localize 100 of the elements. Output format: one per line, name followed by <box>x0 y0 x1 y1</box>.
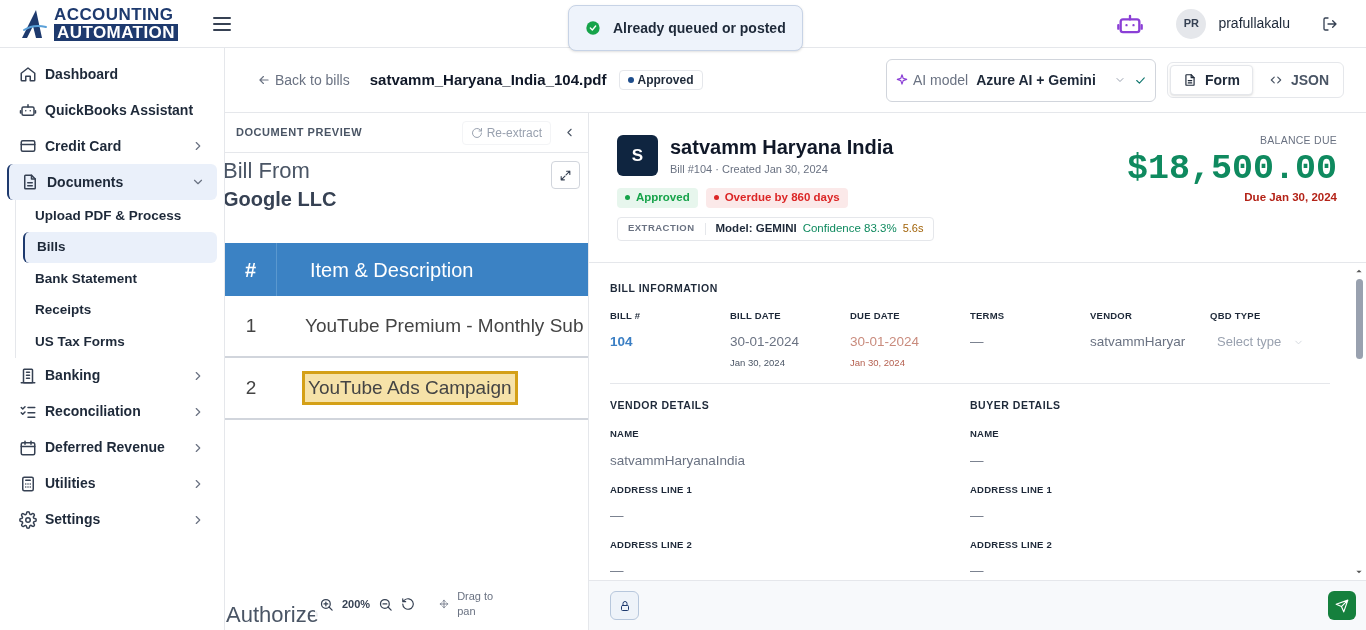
sidebar-item[interactable]: Credit Card <box>7 128 217 164</box>
field-label: NAME <box>970 427 1000 442</box>
status-badge: Approved <box>618 70 703 90</box>
table-header: # <box>225 243 277 296</box>
field-label: ADDRESS LINE 1 <box>610 482 693 497</box>
sidebar-item[interactable]: Dashboard <box>7 56 217 92</box>
check-circle-icon <box>585 20 601 36</box>
arrow-left-icon <box>257 73 271 87</box>
sidebar-item[interactable]: Deferred Revenue <box>7 429 217 466</box>
model-name: Model: GEMINI <box>715 220 797 236</box>
field-value: satvammHaryanaIndia <box>610 451 747 469</box>
zoom-out-icon[interactable] <box>378 596 394 612</box>
logo-text: AUTOMATION <box>54 24 178 41</box>
user-avatar: PR <box>1176 8 1207 39</box>
field-value: 30-01-2024 <box>850 333 921 351</box>
username: prafullakalu <box>1218 14 1290 33</box>
settings-icon <box>19 510 37 529</box>
reset-icon[interactable] <box>401 597 416 611</box>
duration-text: 5.6s <box>902 221 924 237</box>
scroll-down-icon <box>1354 568 1364 576</box>
field-label: BILL DATE <box>730 308 782 323</box>
balance-amount: $18,500.00 <box>1126 148 1337 189</box>
zoom-level: 200% <box>342 596 371 612</box>
field-subtext: Jan 30, 2024 <box>730 356 786 371</box>
pan-hint: Drag to pan <box>457 589 495 619</box>
sidebar-subitem[interactable]: Upload PDF & Process <box>23 200 217 232</box>
field-label: ADDRESS LINE 2 <box>970 537 1053 552</box>
sidebar-subitem[interactable]: Bills <box>23 231 217 264</box>
sidebar-item[interactable]: QuickBooks Assistant <box>7 92 217 128</box>
robot-icon <box>19 101 37 119</box>
document-icon <box>1182 73 1197 87</box>
status-badge: Approved <box>617 187 698 208</box>
sidebar-subitem[interactable]: US Tax Forms <box>23 326 217 358</box>
ai-model-dropdown[interactable]: AI model Azure AI + Gemini <box>885 58 1156 102</box>
vendor-name: satvamm Haryana India <box>670 135 895 159</box>
code-icon <box>1268 73 1283 87</box>
table-cell: YouTube Ads Campaign <box>305 373 515 403</box>
vendor-avatar: S <box>617 135 658 176</box>
calculator-icon <box>19 474 37 493</box>
back-link[interactable]: Back to bills <box>257 69 350 91</box>
field-label: DUE DATE <box>850 308 901 323</box>
field-label: VENDOR <box>1090 308 1134 323</box>
status-badge: Overdue by 860 days <box>705 187 848 208</box>
expand-icon <box>559 168 572 182</box>
building-icon <box>19 366 37 385</box>
document-footer-text: Authorize <box>226 602 319 628</box>
section-title: VENDOR DETAILS <box>610 397 711 413</box>
field-label: TERMS <box>970 308 1006 323</box>
document-heading: Bill From <box>225 157 310 185</box>
lock-button[interactable] <box>610 591 639 620</box>
sidebar-item[interactable]: Banking <box>7 357 217 394</box>
field-label: ADDRESS LINE 2 <box>610 537 693 552</box>
calendar-icon <box>19 438 37 457</box>
scroll-up-icon <box>1354 267 1364 275</box>
file-name: satvamm_Haryana_India_104.pdf <box>369 69 607 90</box>
sidebar-item[interactable]: Settings <box>7 501 217 538</box>
sidebar-subitem[interactable]: Receipts <box>23 294 217 327</box>
field-label: NAME <box>610 427 640 442</box>
section-title: BUYER DETAILS <box>970 397 1062 413</box>
field-label: QBD TYPE <box>1210 308 1262 323</box>
document-icon <box>21 173 39 191</box>
logo-text: ACCOUNTING <box>54 6 175 23</box>
field-value: — <box>970 451 985 469</box>
field-value: — <box>970 562 985 579</box>
send-button[interactable] <box>1328 591 1356 620</box>
view-tab[interactable]: JSON <box>1256 65 1341 95</box>
field-label: ADDRESS LINE 1 <box>970 482 1053 497</box>
field-value: — <box>610 506 625 524</box>
field-value: 30-01-2024 <box>730 333 801 351</box>
scrollbar-thumb[interactable] <box>1355 279 1363 359</box>
extraction-label: EXTRACTION <box>628 221 695 236</box>
table-cell-text: 2 <box>244 375 258 400</box>
field-value: 104 <box>610 333 634 351</box>
toast-message: Already queued or posted <box>613 18 786 38</box>
sidebar-item[interactable]: Reconciliation <box>7 393 217 430</box>
bill-subtitle: Bill #104 · Created Jan 30, 2024 <box>670 162 829 177</box>
refresh-icon <box>470 126 483 139</box>
lock-icon <box>618 599 631 612</box>
confidence-text: Confidence 83.3% <box>802 220 897 236</box>
field-value: — <box>970 333 985 351</box>
sidebar-subitem[interactable]: Bank Statement <box>23 263 217 295</box>
sidebar-item[interactable]: Documents <box>7 164 217 200</box>
sparkle-icon <box>894 73 909 87</box>
field-value: satvammHaryar <box>1090 333 1187 351</box>
balance-label: BALANCE DUE <box>1260 133 1337 148</box>
move-icon <box>439 599 450 609</box>
sidebar-item[interactable]: Utilities <box>7 465 217 502</box>
field-subtext: Jan 30, 2024 <box>850 356 906 371</box>
view-tab[interactable]: Form <box>1169 65 1253 95</box>
logout-icon[interactable] <box>1322 15 1338 32</box>
table-cell-text: 1 <box>244 313 258 338</box>
expand-button[interactable] <box>551 161 580 189</box>
zoom-in-icon[interactable] <box>319 596 334 612</box>
panel-title: DOCUMENT PREVIEW <box>236 125 363 141</box>
due-date-text: Due Jan 30, 2024 <box>1244 189 1337 205</box>
house-icon <box>19 65 37 83</box>
field-label: BILL # <box>610 308 642 323</box>
credit-card-icon <box>19 137 37 155</box>
send-icon <box>1335 598 1349 613</box>
field-value: — <box>610 562 625 579</box>
